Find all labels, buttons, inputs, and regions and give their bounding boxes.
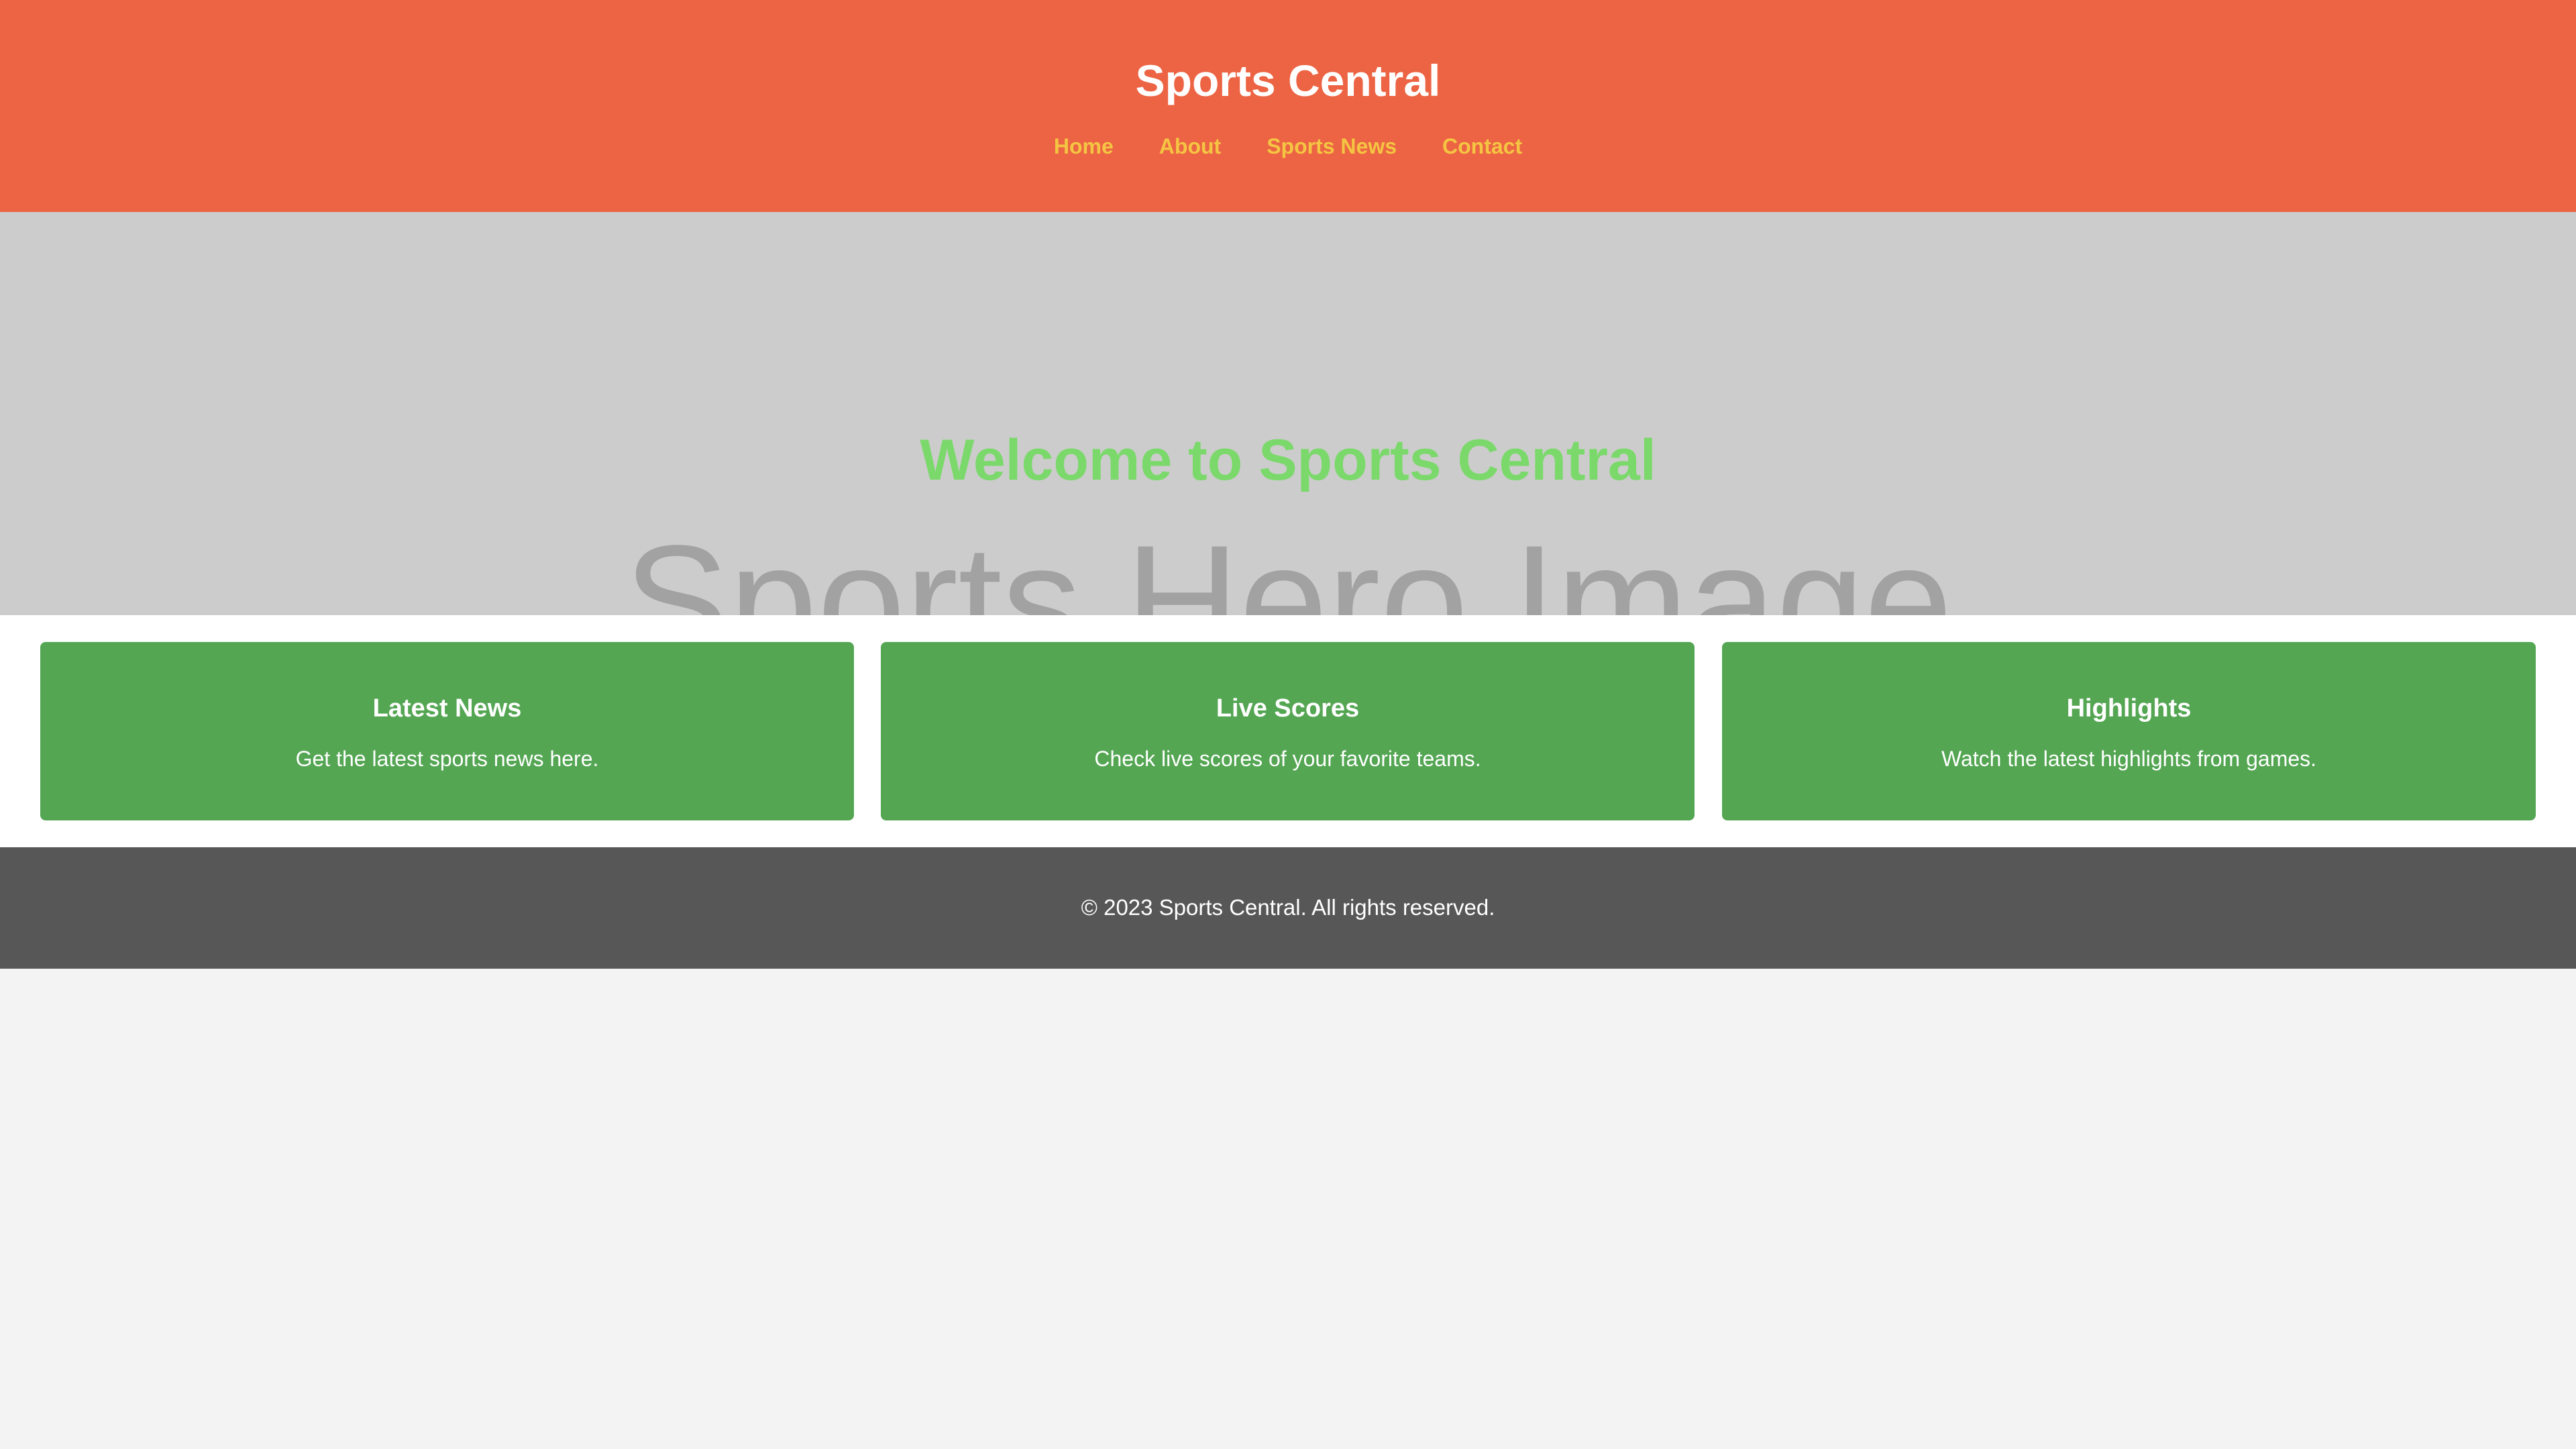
nav-link-contact[interactable]: Contact xyxy=(1442,131,1522,161)
copyright-text: © 2023 Sports Central. All rights reserv… xyxy=(1081,895,1495,920)
nav-link-sports-news[interactable]: Sports News xyxy=(1267,131,1397,161)
main-nav: Home About Sports News Contact xyxy=(0,131,2576,161)
feature-card-description: Check live scores of your favorite teams… xyxy=(1094,747,1481,771)
features-section: Latest News Get the latest sports news h… xyxy=(0,615,2576,847)
site-footer: © 2023 Sports Central. All rights reserv… xyxy=(0,847,2576,969)
site-header: Sports Central Home About Sports News Co… xyxy=(0,0,2576,212)
feature-card-live-scores[interactable]: Live Scores Check live scores of your fa… xyxy=(881,642,1695,820)
nav-link-home[interactable]: Home xyxy=(1054,131,1114,161)
hero-heading: Welcome to Sports Central xyxy=(920,428,1656,492)
feature-card-latest-news[interactable]: Latest News Get the latest sports news h… xyxy=(40,642,854,820)
feature-card-title: Live Scores xyxy=(1216,694,1360,722)
feature-card-description: Watch the latest highlights from games. xyxy=(1941,747,2317,771)
feature-card-description: Get the latest sports news here. xyxy=(295,747,599,771)
site-title: Sports Central xyxy=(1135,56,1441,105)
hero-section: Sports Hero Image Welcome to Sports Cent… xyxy=(0,212,2576,615)
nav-link-about[interactable]: About xyxy=(1159,131,1221,161)
feature-card-title: Latest News xyxy=(372,694,522,722)
hero-image-alt-text: Sports Hero Image xyxy=(623,513,1953,615)
feature-card-title: Highlights xyxy=(2066,694,2192,722)
feature-card-highlights[interactable]: Highlights Watch the latest highlights f… xyxy=(1722,642,2536,820)
